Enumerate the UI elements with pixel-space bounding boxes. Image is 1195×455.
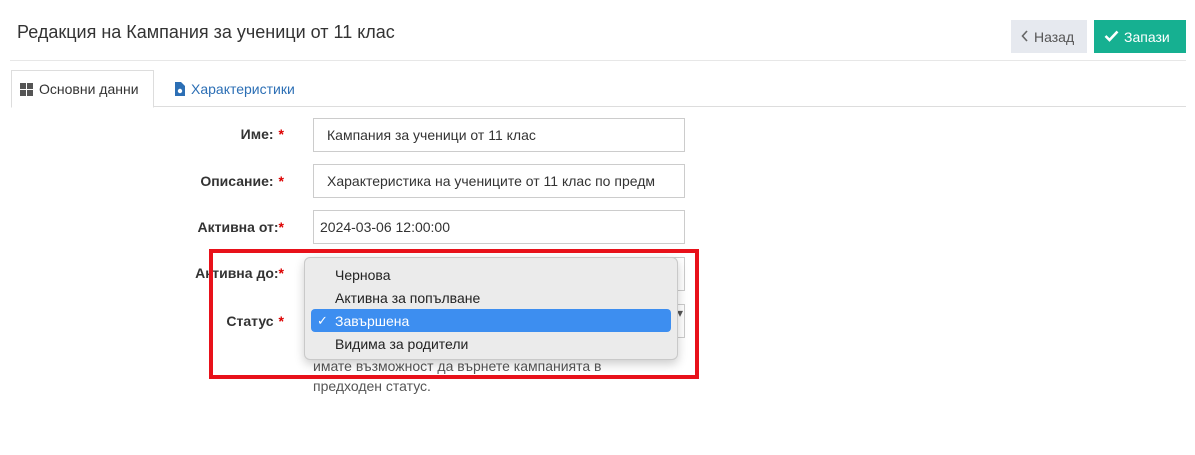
chevron-left-icon bbox=[1021, 29, 1029, 45]
check-icon bbox=[1104, 29, 1119, 45]
document-icon bbox=[174, 81, 185, 96]
description-label: Описание: * bbox=[200, 173, 284, 189]
back-button[interactable]: Назад bbox=[1011, 20, 1087, 53]
name-input[interactable]: Кампания за ученици от 11 клас bbox=[313, 118, 685, 152]
back-button-label: Назад bbox=[1034, 28, 1075, 45]
grid-icon bbox=[20, 82, 33, 96]
tab-basic-data-label: Основни данни bbox=[39, 81, 139, 97]
header-divider bbox=[10, 60, 1186, 61]
highlight-frame bbox=[209, 249, 699, 379]
tab-basic-data[interactable]: Основни данни bbox=[11, 70, 154, 108]
description-input[interactable]: Характеристика на учениците от 11 клас п… bbox=[313, 164, 685, 198]
name-label: Име: * bbox=[240, 126, 284, 142]
active-from-label: Активна от:* bbox=[197, 219, 285, 235]
page-title: Редакция на Кампания за ученици от 11 кл… bbox=[17, 22, 395, 42]
tab-characteristics[interactable]: Характеристики bbox=[166, 70, 303, 107]
active-from-input[interactable]: 2024-03-06 12:00:00 bbox=[313, 210, 685, 244]
tab-characteristics-label: Характеристики bbox=[191, 80, 295, 97]
tab-bar: Основни данни Характеристики bbox=[11, 70, 1186, 108]
save-button[interactable]: Запази bbox=[1094, 20, 1186, 53]
save-button-label: Запази bbox=[1124, 28, 1170, 45]
